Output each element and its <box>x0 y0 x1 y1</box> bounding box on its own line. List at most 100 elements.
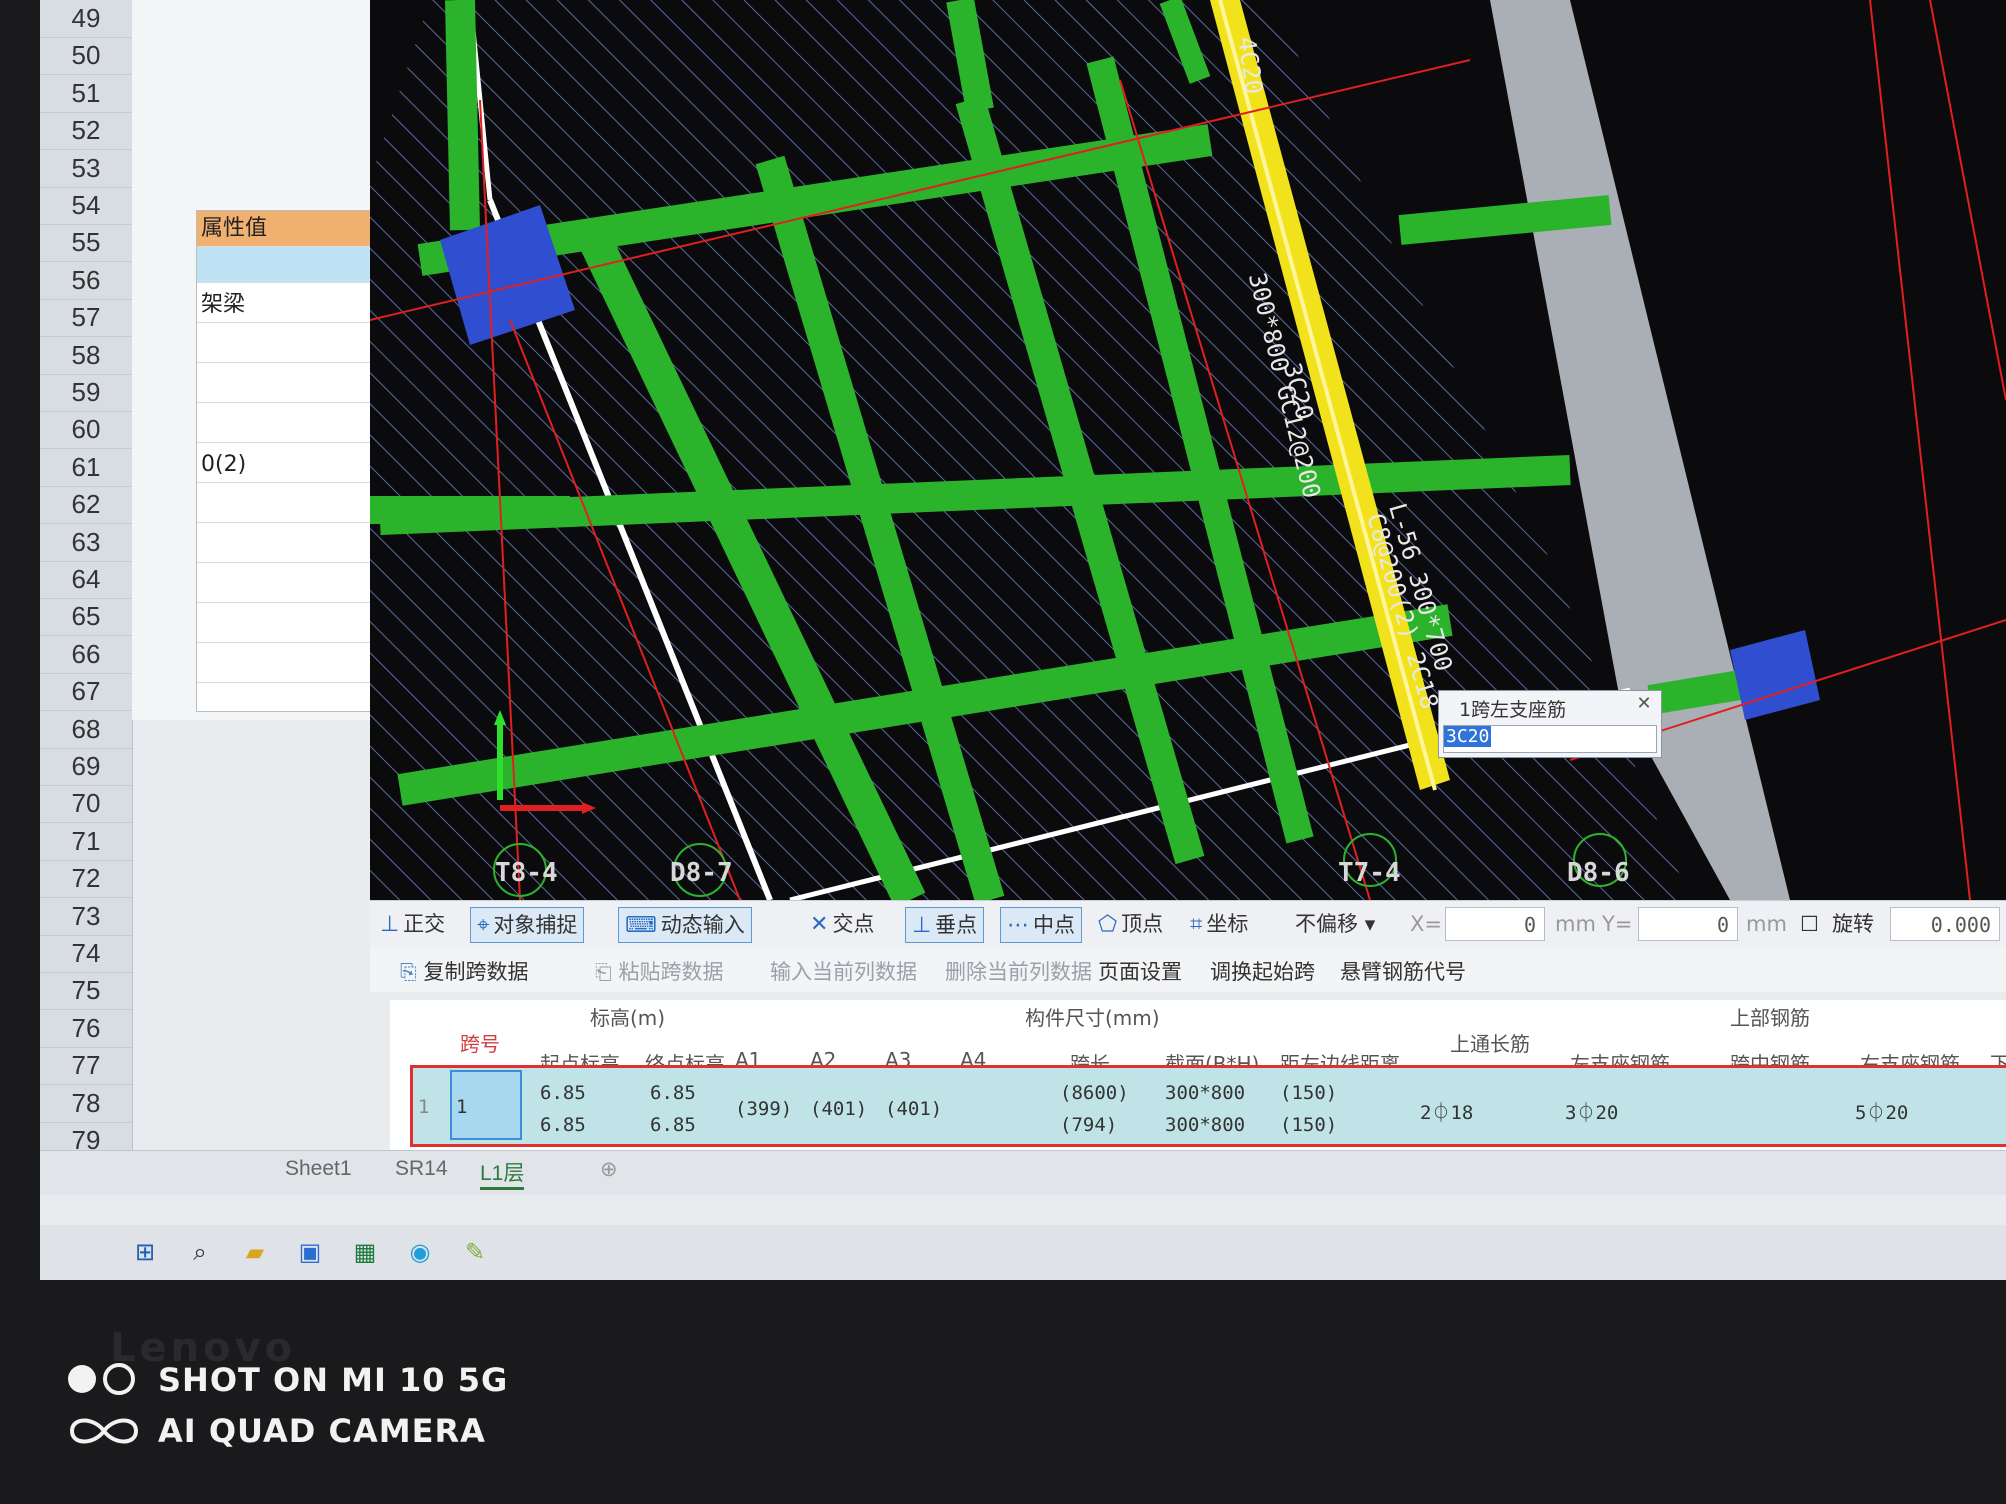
midpoint-button[interactable]: ⋯ 中点 <box>1000 907 1082 943</box>
rotate-input[interactable]: 0.000 <box>1890 907 2000 941</box>
cell-edge-distance[interactable]: (150) <box>1280 1082 1337 1104</box>
axis-label: D8-7 <box>670 858 733 888</box>
x-input[interactable]: 0 <box>1445 907 1545 941</box>
row-number[interactable]: 58 <box>40 337 132 375</box>
row-number[interactable]: 53 <box>40 150 132 188</box>
row-number[interactable]: 75 <box>40 972 132 1011</box>
y-input[interactable]: 0 <box>1638 907 1738 941</box>
row-number[interactable]: 73 <box>40 898 132 936</box>
property-row[interactable] <box>197 527 397 563</box>
row-number[interactable]: 63 <box>40 524 132 562</box>
cell-elev-start[interactable]: 6.85 <box>540 1114 586 1136</box>
row-number[interactable]: 61 <box>40 449 132 487</box>
row-number[interactable]: 74 <box>40 935 132 973</box>
row-number[interactable]: 78 <box>40 1085 132 1123</box>
property-row[interactable]: 0(2) <box>197 447 397 483</box>
cell-span-length[interactable]: (794) <box>1060 1114 1117 1136</box>
cell-a1[interactable]: (399) <box>735 1098 792 1120</box>
cell-span-length[interactable]: (8600) <box>1060 1082 1129 1104</box>
span-input-popup[interactable]: 1跨左支座筋 ✕ 3C20 <box>1438 690 1662 758</box>
coordinate-button[interactable]: ⌗ 坐标 <box>1190 907 1248 941</box>
row-number[interactable]: 67 <box>40 673 132 712</box>
row-number[interactable]: 62 <box>40 486 132 525</box>
row-number[interactable]: 69 <box>40 748 132 786</box>
cantilever-rebar-code-button[interactable]: 悬臂钢筋代号 <box>1340 956 1466 986</box>
property-row[interactable] <box>197 607 397 643</box>
app-icon[interactable]: ▣ <box>295 1237 325 1267</box>
intersection-button[interactable]: ✕ 交点 <box>810 907 874 941</box>
vertex-button[interactable]: ⬠ 顶点 <box>1098 907 1163 941</box>
cell-right-support[interactable]: 5⏀20 <box>1855 1098 1908 1125</box>
cell-span[interactable]: 1 <box>456 1096 467 1118</box>
property-row[interactable]: 架梁 <box>197 287 397 323</box>
page-setup-button[interactable]: 页面设置 <box>1098 956 1182 986</box>
property-row[interactable] <box>197 407 397 443</box>
delete-column-button[interactable]: 删除当前列数据 <box>945 956 1092 986</box>
ortho-icon: ⊥ <box>380 912 400 937</box>
cell-elev-start[interactable]: 6.85 <box>540 1082 586 1104</box>
row-number[interactable]: 64 <box>40 561 132 599</box>
dynamic-input-button[interactable]: ⌨ 动态输入 <box>618 907 752 943</box>
copy-span-button[interactable]: ⎘ 复制跨数据 <box>400 956 529 986</box>
cell-elev-end[interactable]: 6.85 <box>650 1114 696 1136</box>
row-number[interactable]: 59 <box>40 374 132 412</box>
sheet-tab[interactable]: Sheet1 <box>285 1157 352 1181</box>
row-number[interactable]: 54 <box>40 187 132 225</box>
row-number[interactable]: 72 <box>40 860 132 899</box>
row-number[interactable]: 56 <box>40 262 132 300</box>
swap-start-span-button[interactable]: 调换起始跨 <box>1210 956 1315 986</box>
excel-icon[interactable]: ▦ <box>350 1237 380 1267</box>
row-number[interactable]: 49 <box>40 0 132 38</box>
row-number[interactable]: 57 <box>40 299 132 338</box>
row-number[interactable]: 50 <box>40 37 132 76</box>
cell-elev-end[interactable]: 6.85 <box>650 1082 696 1104</box>
sheet-tab-active[interactable]: L1层 <box>480 1157 525 1190</box>
windows-start-icon[interactable]: ⊞ <box>130 1237 160 1267</box>
property-row[interactable] <box>197 367 397 403</box>
row-number[interactable]: 51 <box>40 75 132 113</box>
property-row[interactable] <box>197 247 397 283</box>
row-number[interactable]: 76 <box>40 1010 132 1048</box>
row-number[interactable]: 60 <box>40 411 132 450</box>
cell-section[interactable]: 300*800 <box>1165 1114 1245 1136</box>
row-number[interactable]: 52 <box>40 112 132 151</box>
row-number[interactable]: 71 <box>40 823 132 861</box>
property-row[interactable] <box>197 327 397 363</box>
property-row[interactable] <box>197 647 397 683</box>
column[interactable] <box>1730 630 1820 720</box>
search-icon[interactable]: ⌕ <box>185 1237 215 1267</box>
cell-a3[interactable]: (401) <box>885 1098 942 1120</box>
paste-span-button[interactable]: ⎗ 粘贴跨数据 <box>595 956 724 986</box>
span-table: 跨号 标高(m) 起点标高 终点标高 构件尺寸(mm) A1 A2 A3 A4 … <box>390 1000 2006 1150</box>
header-span: 跨号 <box>460 1032 500 1056</box>
cell-section[interactable]: 300*800 <box>1165 1082 1245 1104</box>
cell-a2[interactable]: (401) <box>810 1098 867 1120</box>
property-row[interactable] <box>197 567 397 603</box>
cad-drawing <box>370 0 2006 900</box>
cell-left-support[interactable]: 3⏀20 <box>1565 1098 1618 1125</box>
ortho-button[interactable]: ⊥ 正交 <box>380 907 445 941</box>
close-icon[interactable]: ✕ <box>1633 693 1655 715</box>
row-number[interactable]: 68 <box>40 711 132 749</box>
row-number[interactable]: 66 <box>40 636 132 674</box>
popup-value-input[interactable]: 3C20 <box>1443 725 1657 753</box>
app-icon[interactable]: ✎ <box>460 1237 490 1267</box>
file-explorer-icon[interactable]: ▰ <box>240 1237 270 1267</box>
rotate-checkbox[interactable]: ☐ <box>1800 907 1819 941</box>
row-number[interactable]: 70 <box>40 785 132 824</box>
cell-top-through-rebar[interactable]: 2⏀18 <box>1420 1098 1473 1125</box>
property-row[interactable] <box>197 487 397 523</box>
offset-mode-dropdown[interactable]: 不偏移 ▾ <box>1295 907 1375 941</box>
sheet-tab[interactable]: SR14 <box>395 1157 448 1181</box>
perpendicular-button[interactable]: ⊥ 垂点 <box>905 907 985 943</box>
cad-viewport[interactable]: T8-4 D8-7 T7-4 D8-6 4C20 300*800 GC12@20… <box>370 0 2006 900</box>
header-elevation: 标高(m) <box>590 1006 666 1030</box>
input-column-button[interactable]: 输入当前列数据 <box>770 956 917 986</box>
object-snap-button[interactable]: ⌖ 对象捕捉 <box>470 907 585 943</box>
cell-edge-distance[interactable]: (150) <box>1280 1114 1337 1136</box>
add-sheet-icon[interactable]: ⊕ <box>600 1157 618 1182</box>
row-number[interactable]: 77 <box>40 1047 132 1086</box>
row-number[interactable]: 65 <box>40 598 132 637</box>
row-number[interactable]: 55 <box>40 224 132 263</box>
browser-icon[interactable]: ◉ <box>405 1237 435 1267</box>
